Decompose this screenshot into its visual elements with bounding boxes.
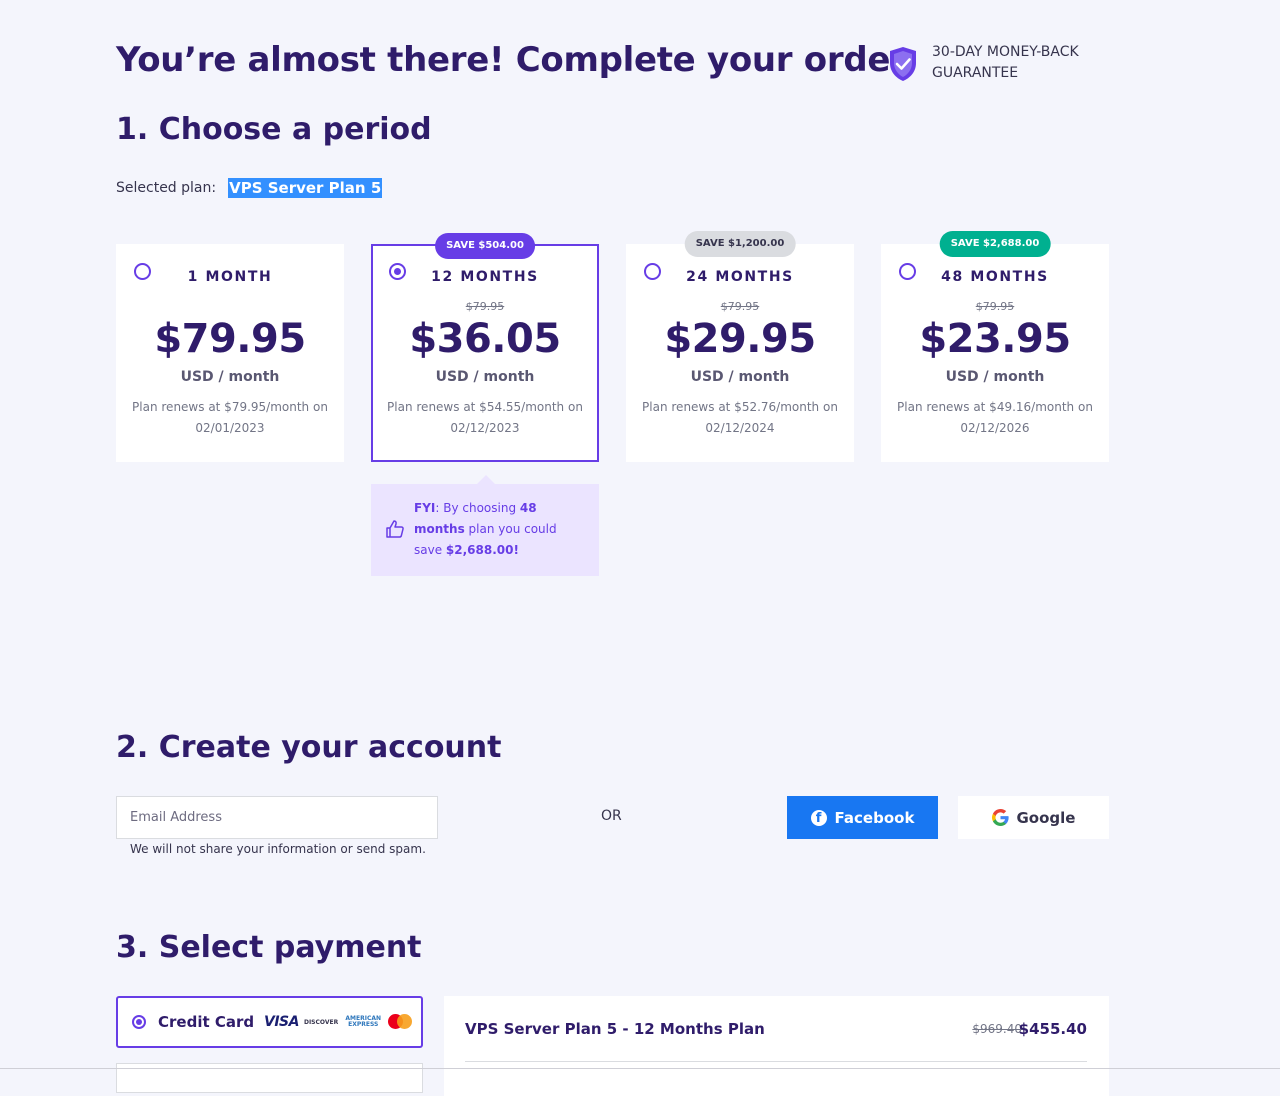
- plan-renewal-line: Plan renews at $54.55/month on: [387, 400, 583, 414]
- save-badge: SAVE $1,200.00: [684, 231, 796, 257]
- plan-period: 1 MONTH: [187, 269, 273, 285]
- plan-price-unit: USD / month: [435, 369, 535, 385]
- plan-card-24-months[interactable]: SAVE $1,200.00 24 MONTHS $79.95 $29.95 U…: [626, 231, 854, 462]
- plan-old-price: $79.95: [720, 300, 760, 313]
- plan-old-price: $79.95: [465, 300, 505, 313]
- plan-renewal-line: Plan renews at $79.95/month on: [132, 400, 328, 414]
- selected-plan-label: Selected plan:: [116, 180, 217, 196]
- section-title-payment: 3. Select payment: [116, 930, 422, 965]
- plan-renewal-date: 02/12/2026: [960, 421, 1030, 435]
- summary-old-price: $969.40: [972, 1022, 1022, 1036]
- plan-period: 48 MONTHS: [941, 269, 1049, 285]
- section-title-period: 1. Choose a period: [116, 112, 432, 147]
- money-back-guarantee: 30-DAY MONEY-BACK GUARANTEE: [888, 42, 1102, 84]
- fyi-highlight-amount: $2,688.00!: [445, 543, 519, 557]
- save-badge: SAVE $504.00: [435, 233, 535, 259]
- section-title-account: 2. Create your account: [116, 730, 502, 765]
- tooltip-caret: [477, 475, 495, 484]
- thumbs-up-icon: [386, 520, 404, 538]
- payment-option-credit-card[interactable]: Credit Card VISA DISCOVER AMERICAN EXPRE…: [116, 996, 423, 1048]
- google-login-button[interactable]: Google: [958, 796, 1109, 839]
- plan-renewal-info: Plan renews at $54.55/month on 02/12/202…: [383, 397, 587, 439]
- plan-renewal-line: Plan renews at $52.76/month on: [642, 400, 838, 414]
- fyi-prefix: FYI: [414, 501, 436, 515]
- plan-period: 24 MONTHS: [686, 269, 794, 285]
- selected-plan-name: VPS Server Plan 5: [228, 178, 383, 198]
- fyi-text-part: : By choosing: [435, 501, 520, 515]
- summary-divider: [465, 1061, 1087, 1062]
- plan-price-unit: USD / month: [180, 369, 280, 385]
- plan-renewal-date: 02/01/2023: [195, 421, 265, 435]
- google-label: Google: [1016, 808, 1076, 827]
- or-separator: OR: [601, 808, 622, 824]
- amex-logo-icon: AMERICAN EXPRESS: [345, 1015, 382, 1028]
- plan-renewal-info: Plan renews at $52.76/month on 02/12/202…: [638, 397, 842, 439]
- fyi-text: FYI: By choosing 48 months plan you coul…: [414, 498, 586, 561]
- payment-option-label: Credit Card: [158, 1013, 255, 1031]
- plan-price: $29.95: [664, 316, 816, 362]
- mastercard-logo-icon: [388, 1014, 413, 1030]
- plan-renewal-line: Plan renews at $49.16/month on: [897, 400, 1093, 414]
- card-logos: VISA DISCOVER AMERICAN EXPRESS: [264, 1014, 413, 1030]
- google-icon: [991, 809, 1009, 826]
- plan-card-48-months[interactable]: SAVE $2,688.00 48 MONTHS $79.95 $23.95 U…: [881, 231, 1109, 462]
- facebook-label: Facebook: [834, 808, 915, 827]
- save-badge: SAVE $2,688.00: [939, 231, 1051, 257]
- plan-period: 12 MONTHS: [431, 269, 539, 285]
- fyi-savings-tip: FYI: By choosing 48 months plan you coul…: [371, 475, 599, 576]
- plan-price-unit: USD / month: [945, 369, 1045, 385]
- plan-card-12-months[interactable]: SAVE $504.00 12 MONTHS $79.95 $36.05 USD…: [371, 233, 599, 462]
- plan-renewal-info: Plan renews at $79.95/month on 02/01/202…: [128, 397, 332, 439]
- viewport-bottom-rule: [0, 1068, 1280, 1069]
- plan-renewal-info: Plan renews at $49.16/month on 02/12/202…: [893, 397, 1097, 439]
- plan-old-price: $79.95: [975, 300, 1015, 313]
- plan-price: $23.95: [919, 316, 1071, 362]
- order-summary: VPS Server Plan 5 - 12 Months Plan $969.…: [444, 996, 1109, 1096]
- plan-card-1-month[interactable]: 1 MONTH $79.95 USD / month Plan renews a…: [116, 244, 344, 462]
- guarantee-text: 30-DAY MONEY-BACK GUARANTEE: [932, 44, 1079, 81]
- discover-logo-icon: DISCOVER: [303, 1018, 339, 1026]
- payment-radio[interactable]: [132, 1015, 146, 1029]
- plan-renewal-date: 02/12/2023: [450, 421, 520, 435]
- summary-item-name: VPS Server Plan 5 - 12 Months Plan: [465, 1020, 765, 1038]
- email-field[interactable]: [116, 796, 438, 839]
- facebook-login-button[interactable]: f Facebook: [787, 796, 938, 839]
- selected-plan: Selected plan: VPS Server Plan 5: [116, 178, 383, 198]
- plan-price-unit: USD / month: [690, 369, 790, 385]
- email-privacy-note: We will not share your information or se…: [130, 842, 426, 856]
- shield-check-icon: [890, 47, 916, 81]
- visa-logo-icon: VISA: [264, 1014, 299, 1030]
- plan-renewal-date: 02/12/2024: [705, 421, 775, 435]
- summary-new-price: $455.40: [1018, 1020, 1087, 1038]
- plan-price: $79.95: [154, 316, 306, 362]
- plan-price: $36.05: [409, 316, 561, 362]
- page-title: You’re almost there! Complete your order: [116, 40, 907, 80]
- facebook-icon: f: [810, 809, 827, 826]
